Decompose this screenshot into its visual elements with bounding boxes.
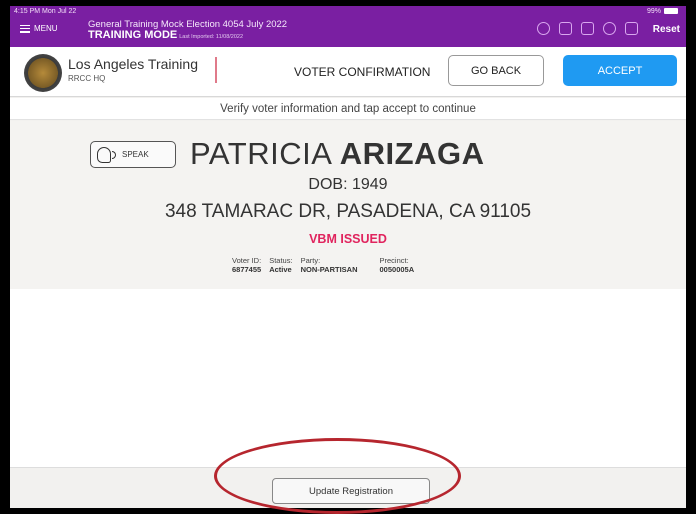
org-name: Los Angeles Training — [68, 56, 198, 72]
detail-label: Party: — [300, 256, 321, 265]
status-time: 4:15 PM Mon Jul 22 — [14, 8, 77, 15]
page-title: VOTER CONFIRMATION — [294, 65, 431, 79]
detail-party: Party: NON-PARTISAN — [301, 256, 358, 274]
reset-button[interactable]: Reset — [653, 24, 680, 35]
mode-line: TRAINING MODE Last Imported: 11/08/2022 — [88, 29, 243, 41]
toolbar-icons — [537, 22, 638, 35]
voter-card: SPEAK PATRICIA ARIZAGA DOB: 1949 348 TAM… — [10, 121, 686, 289]
status-badge: VBM ISSUED — [309, 232, 387, 246]
hamburger-icon — [20, 24, 30, 33]
content-area — [10, 289, 686, 467]
printer-icon[interactable] — [581, 22, 594, 35]
menu-label: MENU — [34, 24, 58, 33]
detail-voter-id: Voter ID: 6877455 — [232, 256, 261, 274]
detail-value: Active — [269, 265, 292, 274]
voter-details: Voter ID: 6877455 Status: Active Party: … — [232, 256, 414, 274]
voter-last-name: ARIZAGA — [339, 136, 485, 171]
last-imported: Last Imported: 11/08/2022 — [179, 34, 244, 40]
update-registration-button[interactable]: Update Registration — [272, 478, 430, 504]
menu-button[interactable]: MENU — [20, 24, 58, 33]
detail-value: 0050005A — [379, 265, 415, 274]
detail-label: Voter ID: — [232, 256, 262, 265]
detail-value: NON-PARTISAN — [300, 265, 358, 274]
go-back-button[interactable]: GO BACK — [448, 55, 544, 86]
top-bar: 4:15 PM Mon Jul 22 99% MENU General Trai… — [10, 6, 686, 47]
battery-percent: 99% — [646, 8, 661, 15]
battery-icon — [664, 8, 678, 15]
speak-button[interactable]: SPEAK — [90, 141, 176, 168]
speak-label: SPEAK — [122, 150, 149, 159]
accept-button[interactable]: ACCEPT — [563, 55, 677, 86]
history-icon[interactable] — [537, 22, 550, 35]
voter-address: 348 TAMARAC DR, PASADENA, CA 91105 — [164, 201, 532, 222]
detail-value: 6877455 — [232, 265, 262, 274]
detail-label: Status: — [269, 256, 293, 265]
voter-name: PATRICIA ARIZAGA — [190, 136, 485, 172]
detail-label: Precinct: — [379, 256, 409, 265]
detail-status: Status: Active — [269, 256, 292, 274]
app-screen: 4:15 PM Mon Jul 22 99% MENU General Trai… — [10, 6, 686, 508]
sound-wave-icon — [112, 150, 116, 159]
org-location: RRCC HQ — [68, 74, 106, 83]
header-divider — [215, 57, 217, 83]
footer-bar: Update Registration — [10, 467, 686, 508]
mail-icon[interactable] — [559, 22, 572, 35]
training-mode-label: TRAINING MODE — [88, 29, 178, 41]
cloud-sync-icon[interactable] — [603, 22, 616, 35]
voter-first-name: PATRICIA — [190, 136, 331, 171]
county-seal-icon — [24, 54, 62, 92]
instruction-text: Verify voter information and tap accept … — [10, 98, 686, 120]
device-frame: 4:15 PM Mon Jul 22 99% MENU General Trai… — [0, 0, 696, 514]
detail-precinct: Precinct: 0050005A — [380, 256, 415, 274]
users-icon[interactable] — [625, 22, 638, 35]
voter-dob: DOB: 1949 — [308, 176, 388, 193]
battery-indicator: 99% — [647, 8, 678, 15]
header: Los Angeles Training RRCC HQ VOTER CONFI… — [10, 47, 686, 97]
speaker-head-icon — [97, 146, 111, 163]
